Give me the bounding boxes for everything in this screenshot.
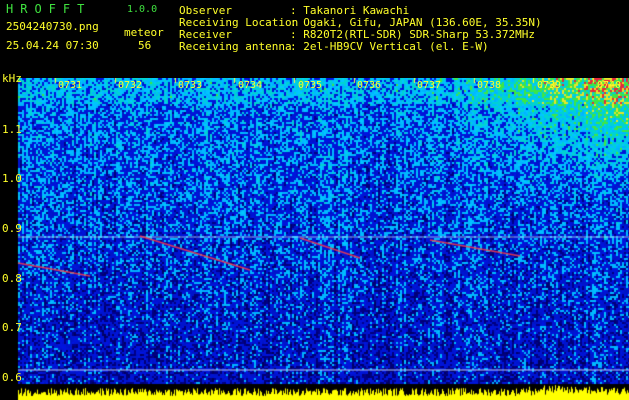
x-tick-0735: 0735 — [298, 80, 323, 91]
axis-unit: kHz — [2, 72, 22, 85]
app-title: HROFFT — [6, 2, 92, 16]
x-tick-0732: 0732 — [118, 80, 143, 91]
x-tick-0740: 0740 — [597, 80, 622, 91]
meteor-label: meteor — [124, 26, 164, 39]
file-name: 2504240730.png — [6, 20, 99, 33]
file-datetime: 25.04.24 07:30 — [6, 39, 99, 52]
y-tick-0-6: 0.6 — [2, 371, 22, 384]
y-tick-1-1: 1.1 — [2, 123, 22, 136]
x-tick-0738: 0738 — [477, 80, 502, 91]
header-panel: HROFFT 1.0.0 2504240730.png 25.04.24 07:… — [0, 0, 629, 78]
antenna-value: : 2el-HB9CV Vertical (el. E-W) — [290, 40, 489, 53]
y-tick-0-7: 0.7 — [2, 321, 22, 334]
y-tick-1-0: 1.0 — [2, 172, 22, 185]
x-tick-0737: 0737 — [417, 80, 442, 91]
spectrogram-canvas — [0, 78, 629, 400]
y-tick-0-8: 0.8 — [2, 272, 22, 285]
x-tick-0734: 0734 — [238, 80, 263, 91]
y-tick-0-9: 0.9 — [2, 222, 22, 235]
app-version: 1.0.0 — [127, 4, 158, 15]
x-tick-0739: 0739 — [537, 80, 562, 91]
x-tick-0731: 0731 — [58, 80, 83, 91]
meteor-count: 56 — [138, 39, 152, 52]
x-tick-0733: 0733 — [178, 80, 203, 91]
x-tick-0736: 0736 — [357, 80, 382, 91]
antenna-label: Receiving antenna — [179, 40, 292, 53]
